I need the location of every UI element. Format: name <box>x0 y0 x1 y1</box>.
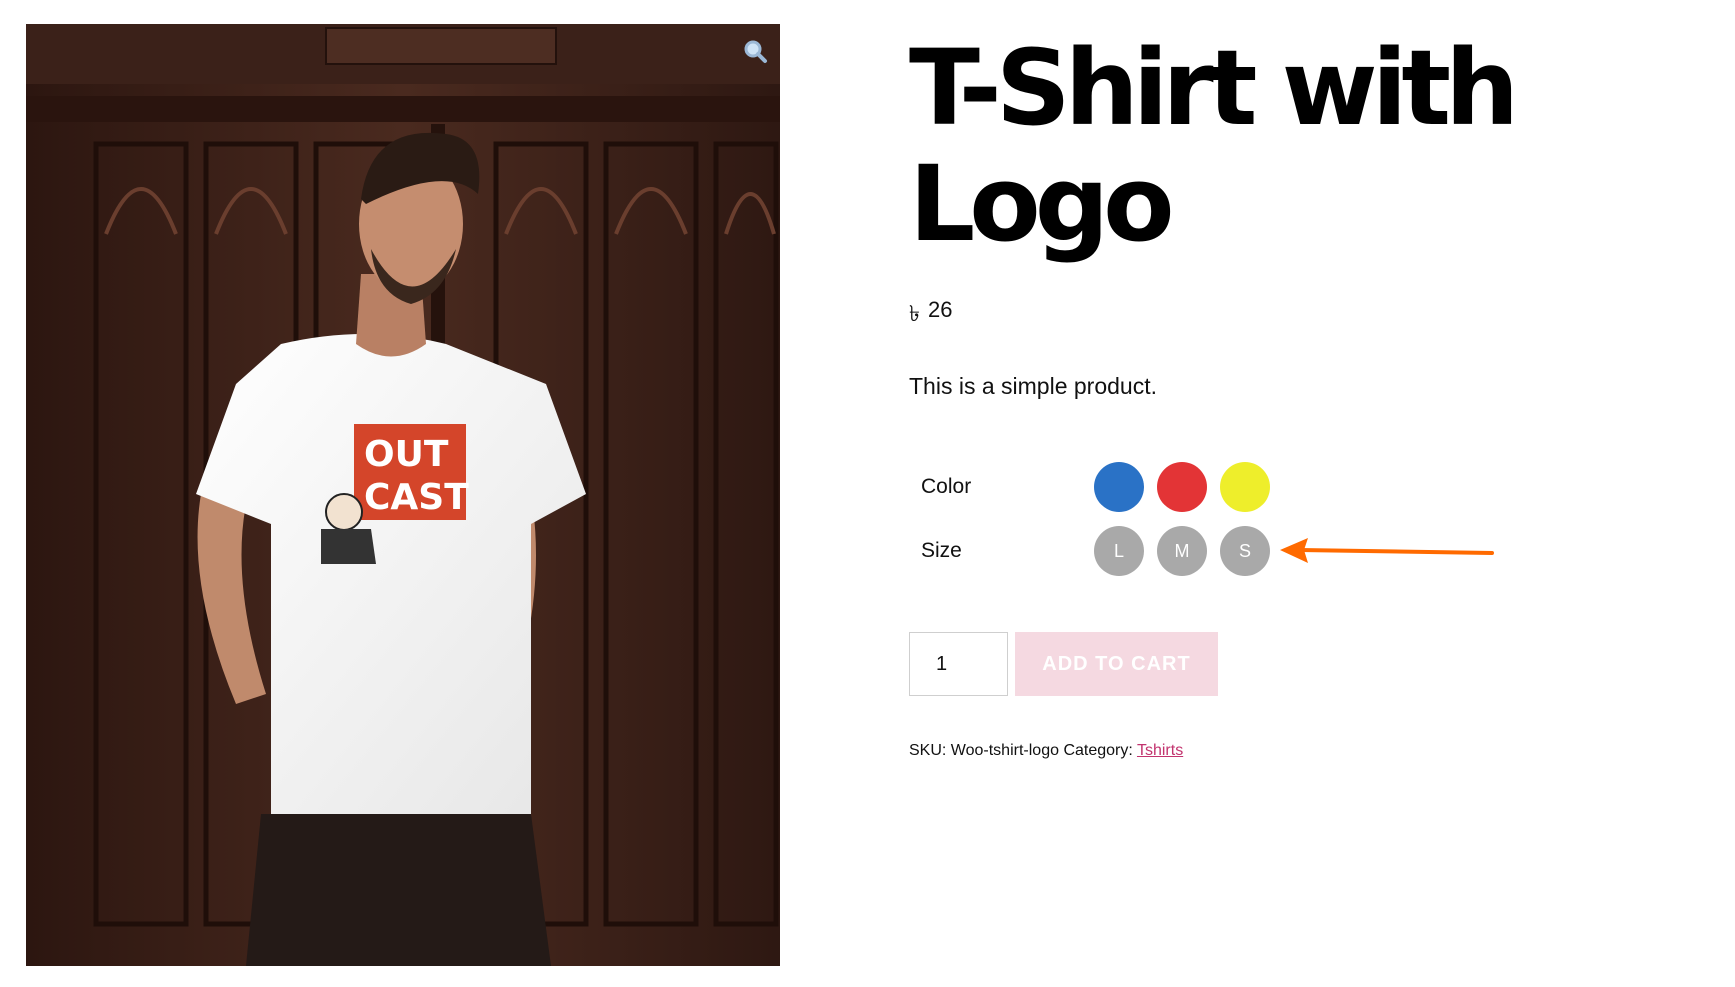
category-label: Category: <box>1063 742 1133 759</box>
size-swatches: L M S <box>1094 526 1270 576</box>
size-attribute-row: Size L M S <box>921 526 1270 576</box>
color-swatches <box>1094 462 1270 512</box>
product-price: ৳ 26 <box>909 297 952 334</box>
size-swatch-l[interactable]: L <box>1094 526 1144 576</box>
color-label: Color <box>921 475 972 498</box>
magnifier-icon[interactable] <box>742 38 768 64</box>
shirt-logo-line1: OUT <box>364 434 449 475</box>
category-link[interactable]: Tshirts <box>1137 742 1183 759</box>
price-currency: ৳ <box>909 301 920 326</box>
product-image[interactable]: OUT CAST <box>26 24 780 966</box>
product-meta: SKU: Woo-tshirt-logo Category: Tshirts <box>909 742 1183 760</box>
color-attribute-row: Color <box>921 462 1270 512</box>
product-photo: OUT CAST <box>26 24 780 966</box>
color-swatch-yellow[interactable] <box>1220 462 1270 512</box>
sku-value: Woo-tshirt-logo <box>950 742 1059 759</box>
add-to-cart-button[interactable]: ADD TO CART <box>1015 632 1218 696</box>
price-value: 26 <box>927 297 953 322</box>
size-swatch-m[interactable]: M <box>1157 526 1207 576</box>
sku-label: SKU: <box>909 742 947 759</box>
size-swatch-s[interactable]: S <box>1220 526 1270 576</box>
short-description: This is a simple product. <box>909 373 1157 399</box>
arrow-left-icon <box>1280 538 1494 563</box>
quantity-input[interactable] <box>909 632 1008 696</box>
shirt-logo-line2: CAST <box>364 477 469 518</box>
color-swatch-blue[interactable] <box>1094 462 1144 512</box>
color-swatch-red[interactable] <box>1157 462 1207 512</box>
product-title: T-Shirt with Logo <box>909 27 1519 265</box>
size-label: Size <box>921 539 962 562</box>
